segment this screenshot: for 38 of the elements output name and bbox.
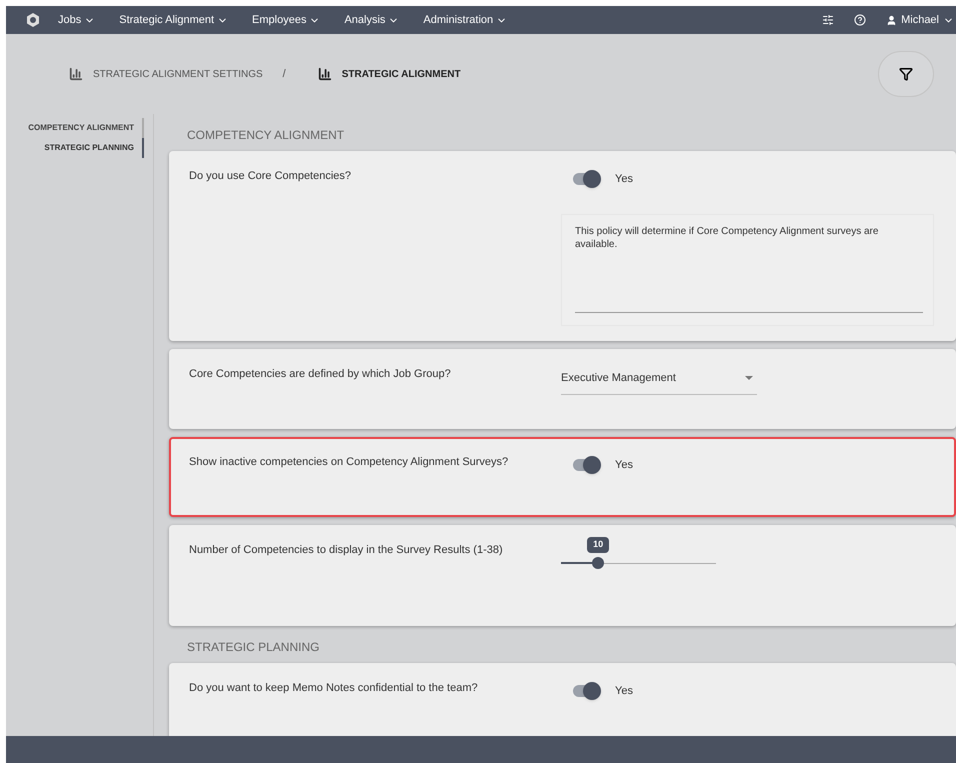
user-icon <box>886 14 898 26</box>
nav-menu-item[interactable]: Analysis <box>344 12 400 28</box>
dropdown-arrow-icon <box>745 376 753 380</box>
toggle-switch[interactable] <box>573 459 599 472</box>
job-group-select[interactable]: Executive Management <box>561 367 757 394</box>
user-menu[interactable]: Michael <box>886 12 954 28</box>
settings-sliders-icon[interactable] <box>822 14 834 26</box>
bar-chart-icon <box>318 67 332 81</box>
toggle-label: Yes <box>615 684 633 699</box>
section-title: COMPETENCY ALIGNMENT <box>186 127 346 144</box>
nav-menu-item[interactable]: Strategic Alignment <box>119 12 228 28</box>
sidebar-item[interactable]: STRATEGIC PLANNING <box>6 138 144 158</box>
section-title: STRATEGIC PLANNING <box>186 639 320 656</box>
help-icon[interactable] <box>854 14 866 26</box>
nav-menu-item[interactable]: Administration <box>423 12 508 28</box>
breadcrumb-link[interactable]: STRATEGIC ALIGNMENT SETTINGS <box>69 66 263 82</box>
setting-question: Do you want to keep Memo Notes confidential to the team? <box>189 681 479 696</box>
nav-menu-item[interactable]: Employees <box>252 12 320 28</box>
nav-menu-item[interactable]: Jobs <box>58 12 96 28</box>
toggle-switch[interactable] <box>573 685 599 698</box>
toggle-switch[interactable] <box>573 173 599 186</box>
toggle-label: Yes <box>615 458 633 473</box>
breadcrumb-separator: / <box>282 66 286 82</box>
slider[interactable]: 10 <box>561 537 716 575</box>
filter-button[interactable] <box>878 51 934 97</box>
breadcrumb-link[interactable]: STRATEGIC ALIGNMENT <box>318 66 461 82</box>
policy-note-field[interactable]: This policy will determine if Core Competency Alignment surveys are available. <box>561 214 934 326</box>
setting-question: Number of Competencies to display in the Survey Results (1-38) <box>189 543 504 558</box>
setting-question: Show inactive competencies on Competency Alignment Surveys? <box>189 455 510 470</box>
filter-icon <box>899 67 913 81</box>
setting-question: Do you use Core Competencies? <box>189 169 352 184</box>
slider-thumb[interactable] <box>592 557 604 569</box>
toggle-label: Yes <box>615 172 633 187</box>
logo-icon <box>26 13 40 27</box>
slider-value-tooltip: 10 <box>587 537 610 553</box>
sidebar-item[interactable]: COMPETENCY ALIGNMENT <box>6 118 144 138</box>
bar-chart-icon <box>69 67 83 81</box>
setting-question: Core Competencies are defined by which Job Group? <box>189 367 452 382</box>
